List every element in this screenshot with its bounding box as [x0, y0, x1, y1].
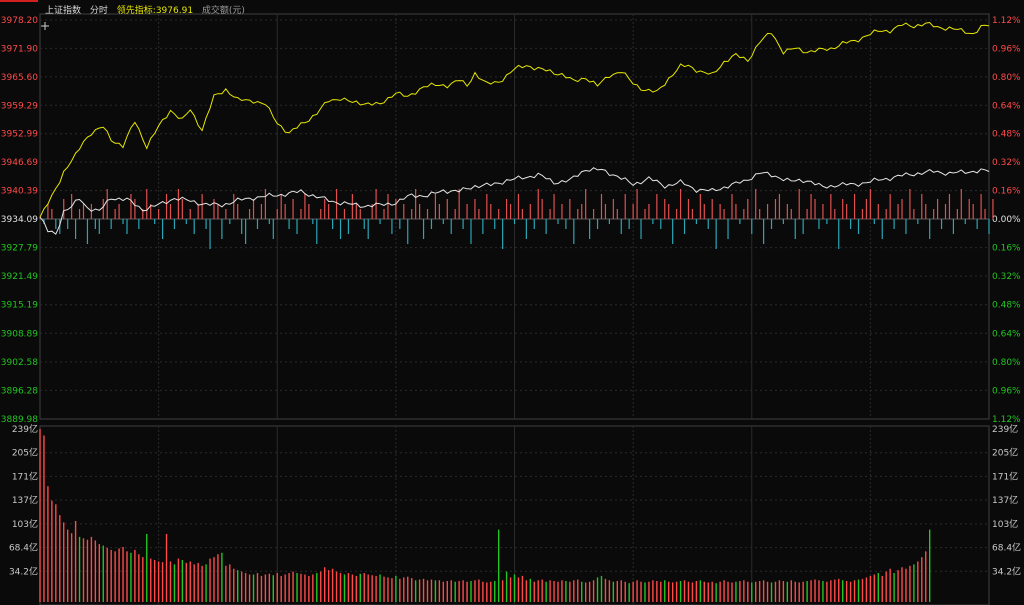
percent-tick-label: 0.48%: [992, 130, 1021, 140]
chart-legend: 上证指数 分时 领先指标:3976.91 成交额(元): [45, 4, 251, 18]
volume-tick-label: 34.2亿: [9, 565, 38, 577]
volume-tick-label: 137亿: [12, 494, 38, 506]
price-tick-label: 3921.49: [1, 272, 38, 282]
volume-bars: [39, 429, 931, 602]
percent-tick-label: 0.64%: [992, 329, 1021, 339]
price-tick-label: 3971.90: [1, 44, 38, 54]
leading-indicator-value: 3976.91: [155, 6, 194, 16]
price-tick-label: 3896.28: [1, 386, 38, 396]
percent-tick-label: 0.16%: [992, 187, 1021, 197]
volume-tick-label: 137亿: [992, 494, 1018, 506]
intraday-chart[interactable]: 3978.20 1.12% 3971.90 0.96% 3965.60 0.80% 3959…: [0, 0, 1024, 605]
price-tick-label: 3978.20: [1, 16, 38, 26]
percent-tick-label: 0.80%: [992, 358, 1021, 368]
price-tick-label: 3946.69: [1, 158, 38, 168]
price-tick-label: 3915.19: [1, 301, 38, 311]
volume-tick-label: 239亿: [992, 423, 1018, 435]
volume-tick-label: 205亿: [12, 447, 38, 459]
price-tick-label: 3927.79: [1, 244, 38, 254]
percent-tick-label: 1.12%: [992, 415, 1021, 425]
price-tick-label: 3940.39: [1, 187, 38, 197]
price-tick-label: 3889.98: [1, 415, 38, 425]
percent-tick-label: 0.32%: [992, 158, 1021, 168]
percent-tick-label: 0.96%: [992, 386, 1021, 396]
percent-tick-label: 0.96%: [992, 44, 1021, 54]
percent-tick-label: 1.12%: [992, 16, 1021, 26]
volume-tick-label: 171亿: [12, 470, 38, 482]
percent-tick-label: 0.16%: [992, 244, 1021, 254]
price-tick-label: 3952.99: [1, 130, 38, 140]
price-tick-label: 3902.58: [1, 358, 38, 368]
index-name: 上证指数: [45, 6, 82, 16]
plus-icon: [41, 22, 49, 30]
grid-layer: [39, 13, 990, 605]
leading-indicator: 领先指标:3976.91: [117, 6, 193, 16]
leading-indicator-label: 领先指标:: [116, 6, 156, 16]
tab-timeshare[interactable]: 分时: [90, 6, 108, 16]
volume-tick-label: 239亿: [12, 423, 38, 435]
price-tick-label: 3965.60: [1, 73, 38, 83]
volume-tick-label: 103亿: [992, 518, 1018, 530]
volume-tick-label: 34.2亿: [992, 565, 1021, 577]
volume-label: 成交额(元): [201, 6, 245, 16]
percent-tick-label: 0.32%: [992, 272, 1021, 282]
percent-tick-label: 0.48%: [992, 301, 1021, 311]
volume-tick-label: 68.4亿: [9, 542, 38, 554]
price-tick-label: 3934.09: [1, 215, 38, 225]
price-tick-label: 3959.29: [1, 101, 38, 111]
price-tick-label: 3908.89: [1, 329, 38, 339]
percent-tick-label: 0.80%: [992, 73, 1021, 83]
volume-tick-label: 103亿: [12, 518, 38, 530]
percent-tick-label: 0.64%: [992, 101, 1021, 111]
volume-tick-label: 68.4亿: [992, 542, 1021, 554]
volume-tick-label: 171亿: [992, 470, 1018, 482]
percent-tick-label: 0.00%: [992, 215, 1021, 225]
volume-tick-label: 205亿: [992, 447, 1018, 459]
